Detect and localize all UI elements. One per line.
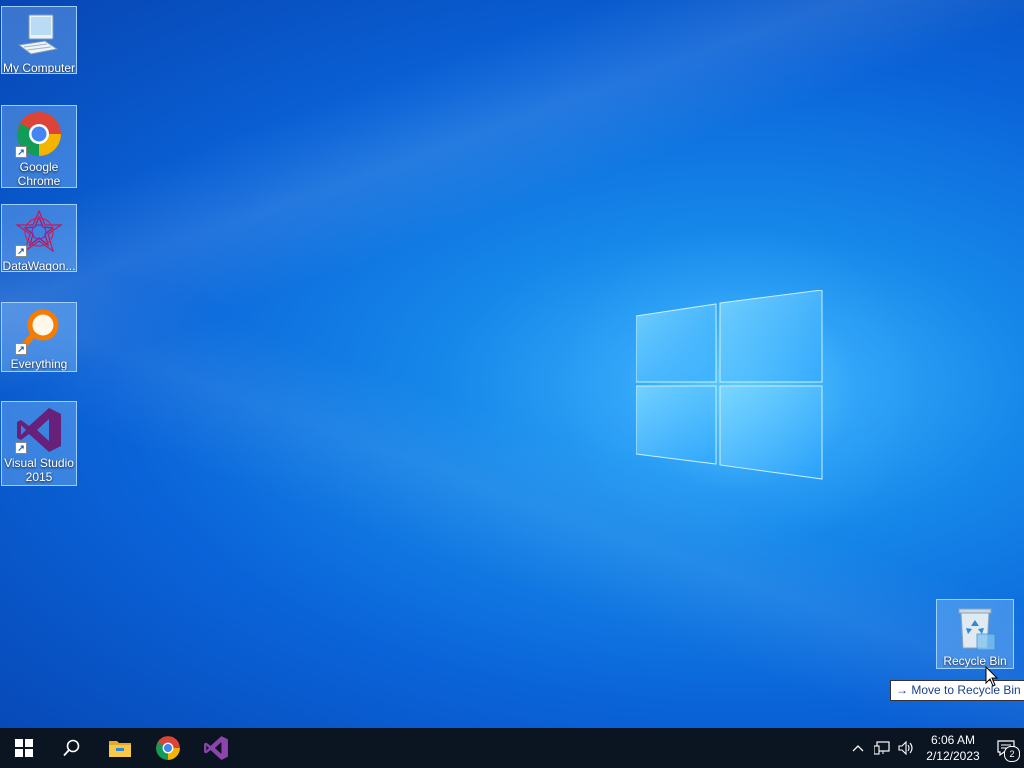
taskbar-chrome[interactable] — [144, 728, 192, 768]
desktop-icon-my-computer[interactable]: My Computer — [1, 6, 77, 74]
network-button[interactable] — [870, 728, 894, 768]
notification-count-badge: 2 — [1004, 746, 1020, 762]
desktop-icon-label: DataWagon... — [2, 259, 76, 271]
windows-start-icon — [15, 739, 33, 757]
desktop-icon-label: Everything — [10, 357, 68, 371]
speaker-icon — [898, 741, 913, 755]
volume-button[interactable] — [894, 728, 918, 768]
desktop[interactable]: My Computer ↗ Google Chrome ↗ DataWagon.… — [0, 0, 1024, 728]
mouse-cursor-icon — [985, 666, 999, 687]
desktop-icon-recycle-bin[interactable]: Recycle Bin — [936, 599, 1014, 669]
action-center-button[interactable]: 2 — [988, 728, 1024, 768]
shortcut-arrow-icon: ↗ — [15, 442, 27, 454]
chrome-icon — [156, 736, 180, 760]
everything-search-icon: ↗ — [15, 307, 63, 355]
desktop-icon-label: My Computer — [2, 61, 76, 73]
desktop-icon-label: Recycle Bin — [943, 654, 1007, 668]
windows-logo-wallpaper — [636, 290, 823, 480]
search-button[interactable] — [48, 728, 96, 768]
desktop-icon-datawagon[interactable]: ↗ DataWagon... — [1, 204, 77, 272]
desktop-icon-visual-studio-2015[interactable]: ↗ Visual Studio 2015 — [1, 401, 77, 486]
desktop-icon-everything[interactable]: ↗ Everything — [1, 302, 77, 372]
taskbar-clock[interactable]: 6:06 AM 2/12/2023 — [922, 732, 984, 764]
system-tray: 6:06 AM 2/12/2023 2 — [846, 728, 1024, 768]
computer-icon — [15, 11, 63, 59]
drag-drop-tooltip: → Move to Recycle Bin — [890, 680, 1024, 701]
clock-time: 6:06 AM — [930, 733, 976, 747]
show-hidden-icons-button[interactable] — [846, 728, 870, 768]
taskbar: 6:06 AM 2/12/2023 2 — [0, 728, 1024, 768]
datawagon-icon: ↗ — [15, 209, 63, 257]
taskbar-visual-studio[interactable] — [192, 728, 240, 768]
start-button[interactable] — [0, 728, 48, 768]
move-arrow-icon: → — [896, 683, 908, 697]
desktop-icon-label: Visual Studio 2015 — [4, 456, 74, 484]
desktop-icon-google-chrome[interactable]: ↗ Google Chrome — [1, 105, 77, 188]
visual-studio-icon: ↗ — [15, 406, 63, 454]
shortcut-arrow-icon: ↗ — [15, 146, 27, 158]
recycle-bin-icon — [951, 604, 999, 652]
search-icon — [63, 739, 80, 757]
desktop-icon-label: Google Chrome — [17, 160, 61, 187]
shortcut-arrow-icon: ↗ — [15, 343, 27, 355]
chrome-icon: ↗ — [15, 110, 63, 158]
clock-date: 2/12/2023 — [926, 749, 980, 763]
drag-tooltip-text: Move to Recycle Bin — [911, 683, 1021, 697]
network-icon — [874, 741, 890, 755]
chevron-up-icon — [852, 745, 864, 752]
taskbar-file-explorer[interactable] — [96, 728, 144, 768]
file-explorer-icon — [109, 741, 131, 757]
visual-studio-icon — [204, 736, 228, 760]
shortcut-arrow-icon: ↗ — [15, 245, 27, 257]
